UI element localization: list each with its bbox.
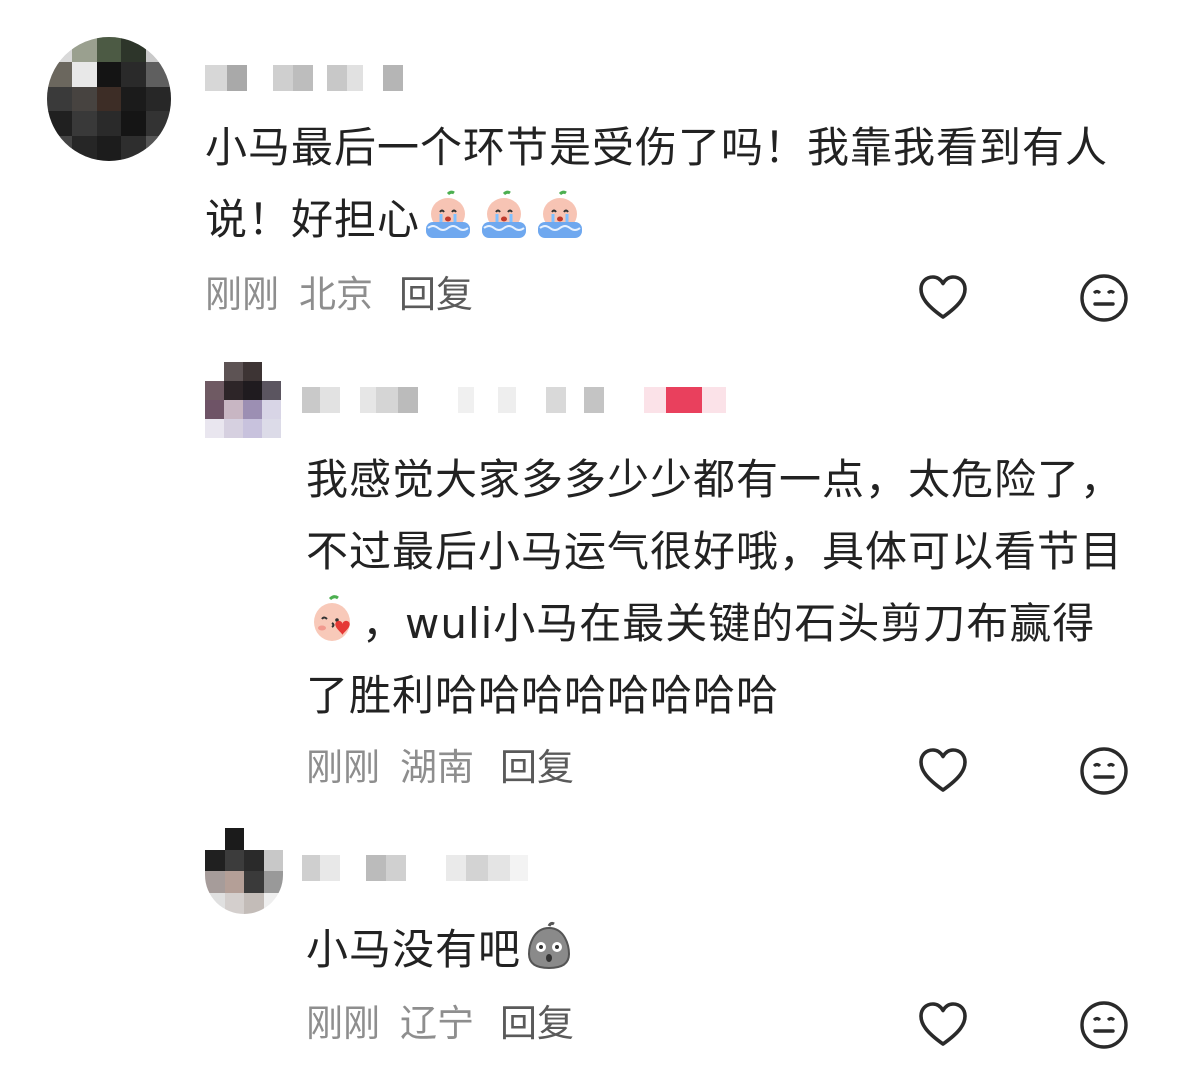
user-avatar[interactable] bbox=[205, 828, 283, 914]
location: 湖南 bbox=[400, 746, 474, 789]
comment-body-part-1: 我感觉大家多多少少都有一点，太危险了，不过最后小马运气很好哦，具体可以看节目 bbox=[306, 455, 1124, 576]
crying-peach-emoji bbox=[534, 190, 586, 242]
username-blurred[interactable] bbox=[302, 848, 528, 888]
comment-1: 小马最后一个环节是受伤了吗！我靠我看到有人说！好担心 刚刚 北京 回复 bbox=[0, 0, 1177, 340]
comment-text: 小马没有吧 bbox=[306, 914, 1126, 986]
location: 北京 bbox=[299, 273, 373, 316]
comment-body: 小马最后一个环节是受伤了吗！我靠我看到有人说！好担心 bbox=[205, 123, 1109, 244]
meh-face-icon[interactable] bbox=[1077, 744, 1131, 798]
user-avatar[interactable] bbox=[205, 362, 281, 438]
reply-button[interactable]: 回复 bbox=[399, 273, 473, 316]
comment-text: 小马最后一个环节是受伤了吗！我靠我看到有人说！好担心 bbox=[205, 112, 1145, 256]
shocked-grey-emoji bbox=[523, 920, 575, 972]
crying-peach-emoji bbox=[478, 190, 530, 242]
comment-2: 我感觉大家多多少少都有一点，太危险了，不过最后小马运气很好哦，具体可以看节目 ，w… bbox=[0, 340, 1177, 810]
timestamp: 刚刚 bbox=[205, 273, 279, 316]
comment-3: 小马没有吧 刚刚 辽宁 回复 bbox=[0, 810, 1177, 1080]
crying-peach-emoji bbox=[422, 190, 474, 242]
comment-meta: 刚刚 辽宁 回复 bbox=[306, 1002, 574, 1046]
comment-body-part-2: ，wuli小马在最关键的石头剪刀布赢得了胜利哈哈哈哈哈哈哈哈 bbox=[306, 599, 1096, 720]
comment-meta: 刚刚 北京 回复 bbox=[205, 273, 473, 317]
comment-body: 小马没有吧 bbox=[306, 925, 522, 974]
reply-button[interactable]: 回复 bbox=[500, 746, 574, 789]
user-avatar[interactable] bbox=[47, 37, 171, 161]
meh-face-icon[interactable] bbox=[1077, 271, 1131, 325]
reply-button[interactable]: 回复 bbox=[500, 1002, 574, 1045]
location: 辽宁 bbox=[400, 1002, 474, 1045]
kissing-peach-emoji bbox=[308, 594, 360, 646]
heart-outline-icon[interactable] bbox=[916, 744, 970, 798]
timestamp: 刚刚 bbox=[306, 1002, 380, 1045]
username-blurred[interactable] bbox=[205, 58, 403, 98]
timestamp: 刚刚 bbox=[306, 746, 380, 789]
meh-face-icon[interactable] bbox=[1077, 998, 1131, 1052]
comment-meta: 刚刚 湖南 回复 bbox=[306, 746, 574, 790]
heart-outline-icon[interactable] bbox=[916, 998, 970, 1052]
heart-outline-icon[interactable] bbox=[916, 271, 970, 325]
username-blurred[interactable] bbox=[302, 380, 726, 420]
comment-text: 我感觉大家多多少少都有一点，太危险了，不过最后小马运气很好哦，具体可以看节目 ，w… bbox=[306, 444, 1126, 732]
